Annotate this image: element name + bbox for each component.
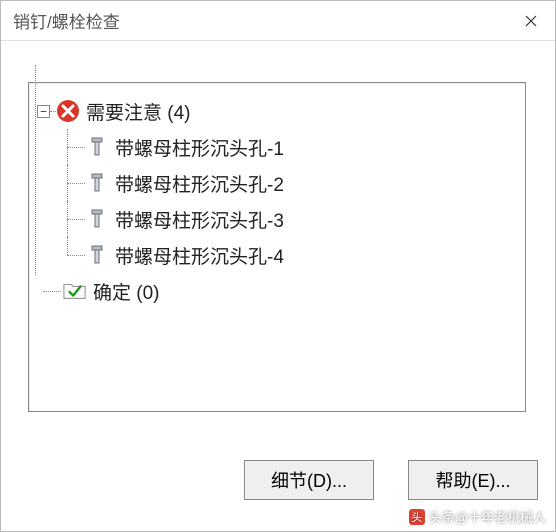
bolt-icon (85, 243, 109, 267)
window-title: 销钉/螺栓检查 (13, 8, 120, 33)
bolt-icon (85, 207, 109, 231)
help-button[interactable]: 帮助(E)... (408, 460, 538, 500)
button-bar: 细节(D)... 帮助(E)... (0, 460, 538, 500)
node-label: 需要注意 (4) (86, 98, 191, 125)
watermark-icon: 头 (409, 509, 425, 525)
close-button[interactable] (507, 1, 555, 41)
attention-children: 带螺母柱形沉头孔-1 带螺母柱形沉头孔-2 (37, 129, 517, 273)
watermark: 头 头条@十年老机械人 (409, 507, 546, 526)
tree-node-bolt[interactable]: 带螺母柱形沉头孔-3 (37, 201, 517, 237)
close-icon (525, 15, 537, 27)
watermark-text: 头条@十年老机械人 (429, 507, 546, 526)
titlebar: 销钉/螺栓检查 (1, 1, 555, 41)
tree-panel: − 需要注意 (4) (28, 82, 526, 412)
node-label: 确定 (0) (93, 278, 160, 305)
tree-node-bolt[interactable]: 带螺母柱形沉头孔-2 (37, 165, 517, 201)
tree-node-bolt[interactable]: 带螺母柱形沉头孔-4 (37, 237, 517, 273)
bolt-icon (85, 171, 109, 195)
result-tree: − 需要注意 (4) (37, 93, 517, 309)
node-label: 带螺母柱形沉头孔-2 (115, 170, 284, 197)
bolt-icon (85, 135, 109, 159)
error-icon (56, 99, 80, 123)
node-label: 带螺母柱形沉头孔-4 (115, 242, 284, 269)
tree-node-ok[interactable]: 确定 (0) (37, 273, 517, 309)
folder-ok-icon (63, 279, 87, 303)
tree-node-attention[interactable]: − 需要注意 (4) (37, 93, 517, 129)
expander-minus-icon[interactable]: − (37, 105, 50, 118)
node-label: 带螺母柱形沉头孔-3 (115, 206, 284, 233)
detail-button[interactable]: 细节(D)... (244, 460, 374, 500)
tree-node-bolt[interactable]: 带螺母柱形沉头孔-1 (37, 129, 517, 165)
node-label: 带螺母柱形沉头孔-1 (115, 134, 284, 161)
